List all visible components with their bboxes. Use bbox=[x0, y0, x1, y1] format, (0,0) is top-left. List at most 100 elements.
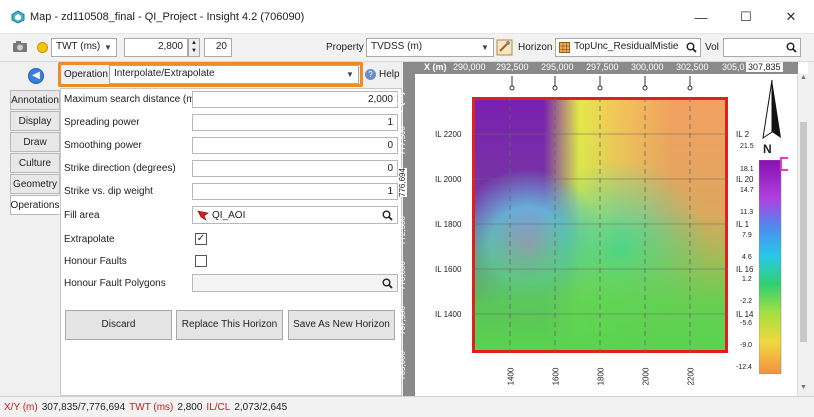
tab-draw[interactable]: Draw bbox=[10, 132, 60, 152]
tab-operations[interactable]: Operations bbox=[10, 195, 60, 215]
xl-label: 1400 bbox=[506, 367, 516, 386]
search-icon[interactable] bbox=[786, 42, 797, 53]
operation-select-value: Interpolate/Extrapolate bbox=[114, 68, 215, 79]
param-label-search-distance: Maximum search distance (m) bbox=[64, 94, 198, 105]
param-label-spreading-power: Spreading power bbox=[64, 117, 140, 128]
horizon-label: Horizon bbox=[518, 42, 553, 53]
operation-select[interactable]: Interpolate/Extrapolate ▼ bbox=[109, 65, 359, 84]
fault-polygons-field[interactable] bbox=[192, 274, 398, 292]
fill-area-label: Fill area bbox=[64, 210, 100, 221]
horizon-value: TopUnc_ResidualMistie bbox=[574, 41, 679, 52]
cursor-x-readout: 307,835 bbox=[746, 62, 783, 72]
il-label: IL 1600 bbox=[435, 265, 462, 274]
xl-label: 2200 bbox=[686, 367, 696, 386]
interpolated-surface[interactable] bbox=[472, 97, 728, 353]
domain-select[interactable]: TWT (ms) ▼ bbox=[51, 38, 117, 57]
y-axis-label: Y (m) bbox=[395, 91, 406, 115]
property-tool-icon[interactable] bbox=[496, 39, 513, 56]
title-bar: Map - zd110508_final - QI_Project - Insi… bbox=[0, 0, 814, 34]
param-label-strike-dip-weight: Strike vs. dip weight bbox=[64, 186, 153, 197]
strike-dip-weight-input[interactable]: 1 bbox=[192, 183, 398, 200]
twt-label: TWT (ms) bbox=[129, 401, 174, 413]
north-label: N bbox=[763, 142, 772, 156]
scrollbar-thumb[interactable] bbox=[800, 122, 807, 342]
y-tick: 765,000 bbox=[397, 351, 407, 380]
time-input[interactable]: 2,800 bbox=[124, 38, 188, 57]
property-select[interactable]: TVDSS (m) ▼ bbox=[366, 38, 494, 57]
camera-icon[interactable] bbox=[12, 41, 28, 53]
honour-faults-checkbox[interactable] bbox=[195, 255, 207, 267]
fill-area-value: QI_AOI bbox=[212, 210, 246, 221]
close-button[interactable]: ✕ bbox=[778, 8, 804, 26]
domain-select-value: TWT (ms) bbox=[56, 41, 101, 52]
spreading-power-input[interactable]: 1 bbox=[192, 114, 398, 131]
y-tick: 777,500 bbox=[397, 126, 407, 155]
honour-fault-polygons-label: Honour Fault Polygons bbox=[64, 278, 166, 289]
search-distance-input[interactable]: 2,000 bbox=[192, 91, 398, 108]
map-scrollbar[interactable]: ▲ ▼ bbox=[797, 74, 808, 396]
operation-label: Operation bbox=[64, 69, 108, 80]
x-tick: 290,000 bbox=[453, 62, 486, 72]
minimize-button[interactable]: — bbox=[688, 8, 714, 26]
x-axis-ruler: X (m) 290,000 292,500 295,000 297,500 30… bbox=[403, 62, 798, 74]
chevron-down-icon: ▼ bbox=[346, 70, 354, 79]
maximize-button[interactable]: ☐ bbox=[733, 8, 759, 26]
back-button[interactable]: ◀ bbox=[28, 68, 44, 84]
app-logo-icon bbox=[11, 10, 25, 24]
tab-geometry[interactable]: Geometry bbox=[10, 174, 60, 194]
property-label: Property bbox=[326, 42, 364, 53]
search-icon[interactable] bbox=[382, 210, 393, 221]
il-label-right: IL 1 bbox=[736, 220, 750, 229]
north-arrow-icon bbox=[762, 79, 781, 140]
colorbar-tick: -9.0 bbox=[740, 342, 753, 349]
chevron-down-icon: ▼ bbox=[104, 43, 112, 52]
tab-annotation[interactable]: Annotation bbox=[10, 90, 60, 110]
search-icon[interactable] bbox=[382, 278, 393, 289]
x-tick: 297,500 bbox=[586, 62, 619, 72]
status-bar: X/Y (m) 307,835/7,776,694 TWT (ms) 2,800… bbox=[0, 396, 814, 417]
ilcl-label: IL/CL bbox=[206, 401, 231, 413]
horizon-grid-icon bbox=[559, 42, 570, 53]
extrapolate-checkbox[interactable]: ✓ bbox=[195, 233, 207, 245]
extrapolate-label: Extrapolate bbox=[64, 234, 115, 245]
scroll-down-icon[interactable]: ▼ bbox=[800, 384, 807, 391]
colorbar-tick: 1.2 bbox=[742, 276, 752, 283]
x-tick: 292,500 bbox=[496, 62, 529, 72]
colorbar-tick: -12.4 bbox=[736, 364, 752, 371]
colorbar-tick: 7.9 bbox=[742, 232, 752, 239]
smoothing-power-input[interactable]: 0 bbox=[192, 137, 398, 154]
colorbar-marker[interactable] bbox=[780, 157, 788, 171]
y-tick: 7 bbox=[390, 118, 400, 123]
scroll-up-icon[interactable]: ▲ bbox=[800, 74, 807, 81]
property-select-value: TVDSS (m) bbox=[371, 41, 423, 52]
fill-area-field[interactable]: QI_AOI bbox=[192, 206, 398, 224]
replace-horizon-button[interactable]: Replace This Horizon bbox=[176, 310, 283, 340]
il-label-right: IL 14 bbox=[736, 310, 754, 319]
help-icon[interactable]: ? bbox=[365, 69, 376, 80]
time-stepper[interactable]: ▲ ▼ bbox=[188, 38, 200, 57]
tab-display[interactable]: Display bbox=[10, 111, 60, 131]
strike-direction-input[interactable]: 0 bbox=[192, 160, 398, 177]
vol-field[interactable] bbox=[723, 38, 801, 57]
discard-button[interactable]: Discard bbox=[65, 310, 172, 340]
help-link[interactable]: Help bbox=[379, 69, 400, 80]
colorbar-tick: 18.1 bbox=[740, 166, 754, 173]
il-label-right: IL 2 bbox=[736, 130, 750, 139]
il-label: IL 2200 bbox=[435, 130, 462, 139]
x-tick: 302,500 bbox=[676, 62, 709, 72]
save-as-new-horizon-button[interactable]: Save As New Horizon bbox=[288, 310, 395, 340]
twt-value: 2,800 bbox=[177, 401, 203, 413]
window-title: Map - zd110508_final - QI_Project - Insi… bbox=[30, 11, 305, 23]
horizon-field[interactable]: TopUnc_ResidualMistie bbox=[555, 38, 701, 57]
step-input[interactable]: 20 bbox=[204, 38, 232, 57]
xy-label: X/Y (m) bbox=[4, 401, 38, 413]
xl-label: 1800 bbox=[596, 367, 606, 386]
x-tick: 300,000 bbox=[631, 62, 664, 72]
tab-culture[interactable]: Culture bbox=[10, 153, 60, 173]
param-label-strike-direction: Strike direction (degrees) bbox=[64, 163, 176, 174]
honour-faults-label: Honour Faults bbox=[64, 256, 127, 267]
param-label-smoothing-power: Smoothing power bbox=[64, 140, 142, 151]
y-tick: 772,500 bbox=[397, 216, 407, 245]
search-icon[interactable] bbox=[686, 42, 697, 53]
colorbar-tick: 4.6 bbox=[742, 254, 752, 261]
